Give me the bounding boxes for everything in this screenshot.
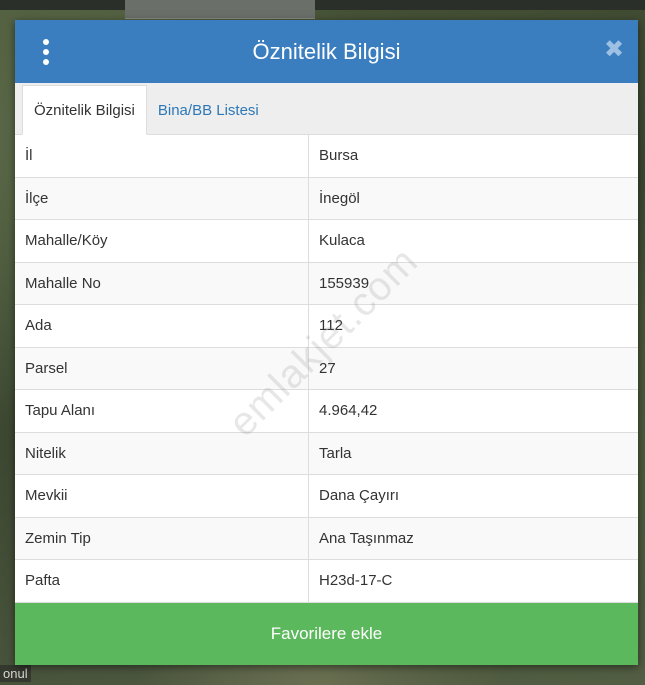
close-icon[interactable]: ✖ [604, 37, 624, 63]
tab-bar: Öznitelik Bilgisi Bina/BB Listesi [15, 83, 638, 135]
attribute-key: Tapu Alanı [15, 389, 309, 433]
table-row: Pafta H23d-17-C [15, 559, 638, 603]
menu-dot [43, 39, 49, 45]
attribute-key: Nitelik [15, 432, 309, 475]
attribute-key: Mahalle/Köy [15, 219, 309, 263]
attribute-info-dialog: Öznitelik Bilgisi ✖ Öznitelik Bilgisi Bi… [15, 20, 638, 665]
attribute-value: Dana Çayırı [308, 474, 638, 518]
table-row: Nitelik Tarla [15, 432, 638, 475]
attribute-key: İlçe [15, 177, 309, 220]
map-top-panel [125, 0, 315, 19]
table-row: Mahalle No 155939 [15, 262, 638, 305]
attribute-key: Zemin Tip [15, 517, 309, 560]
menu-dot [43, 59, 49, 65]
attribute-value: Ana Taşınmaz [308, 517, 638, 560]
attribute-key: Mahalle No [15, 262, 309, 305]
attribute-key: İl [15, 135, 309, 178]
table-row: İlçe İnegöl [15, 177, 638, 220]
menu-dot [43, 49, 49, 55]
attribute-key: Mevkii [15, 474, 309, 518]
table-row: Parsel 27 [15, 347, 638, 390]
dialog-title: Öznitelik Bilgisi [252, 38, 401, 64]
attribute-value: H23d-17-C [308, 559, 638, 603]
attribute-key: Parsel [15, 347, 309, 390]
table-row: Tapu Alanı 4.964,42 [15, 389, 638, 433]
attribute-value: Bursa [308, 135, 638, 178]
attribute-value: 4.964,42 [308, 389, 638, 433]
table-row: İl Bursa [15, 135, 638, 178]
vertical-dots-icon[interactable] [37, 39, 55, 65]
attribute-value: 155939 [308, 262, 638, 305]
attribute-value: Tarla [308, 432, 638, 475]
attribute-key: Ada [15, 304, 309, 348]
attribute-value: 112 [308, 304, 638, 348]
attribute-key: Pafta [15, 559, 309, 603]
table-row: Mevkii Dana Çayırı [15, 474, 638, 518]
attribute-table: İl Bursa İlçe İnegöl Mahalle/Köy Kulaca Mahall… [15, 135, 638, 603]
attribute-value: İnegöl [308, 177, 638, 220]
tab-attribute-info[interactable]: Öznitelik Bilgisi [22, 85, 147, 135]
table-row: Zemin Tip Ana Taşınmaz [15, 517, 638, 560]
table-row: Mahalle/Köy Kulaca [15, 219, 638, 263]
table-row: Ada 112 [15, 304, 638, 348]
map-top-strip [0, 0, 645, 10]
dialog-header: Öznitelik Bilgisi ✖ [15, 20, 638, 83]
attribute-value: 27 [308, 347, 638, 390]
add-to-favorites-button[interactable]: Favorilere ekle [15, 603, 638, 665]
tab-building-list[interactable]: Bina/BB Listesi [147, 86, 270, 134]
attribute-value: Kulaca [308, 219, 638, 263]
map-corner-label: onul [0, 665, 31, 682]
